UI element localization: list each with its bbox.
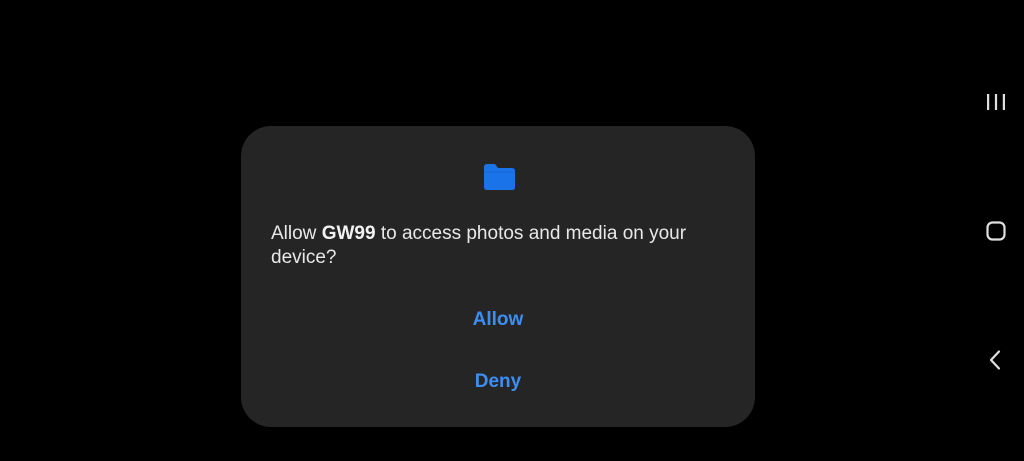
back-button[interactable]: [968, 332, 1024, 388]
app-name: GW99: [321, 223, 376, 244]
folder-icon: [484, 164, 515, 190]
home-icon: [986, 221, 1006, 241]
back-icon: [989, 350, 1001, 370]
recents-button[interactable]: [968, 74, 1024, 130]
screen: Allow GW99 to access photos and media on…: [0, 0, 1024, 461]
recents-icon: [987, 94, 1005, 110]
permission-dialog: Allow GW99 to access photos and media on…: [241, 126, 755, 427]
deny-button[interactable]: Deny: [241, 360, 755, 404]
permission-message: Allow GW99 to access photos and media on…: [271, 222, 721, 270]
allow-button-label: Allow: [472, 309, 524, 330]
message-prefix: Allow: [271, 223, 322, 244]
navigation-bar: [968, 0, 1024, 461]
deny-button-label: Deny: [474, 371, 522, 392]
allow-button[interactable]: Allow: [241, 298, 755, 342]
home-button[interactable]: [968, 203, 1024, 259]
